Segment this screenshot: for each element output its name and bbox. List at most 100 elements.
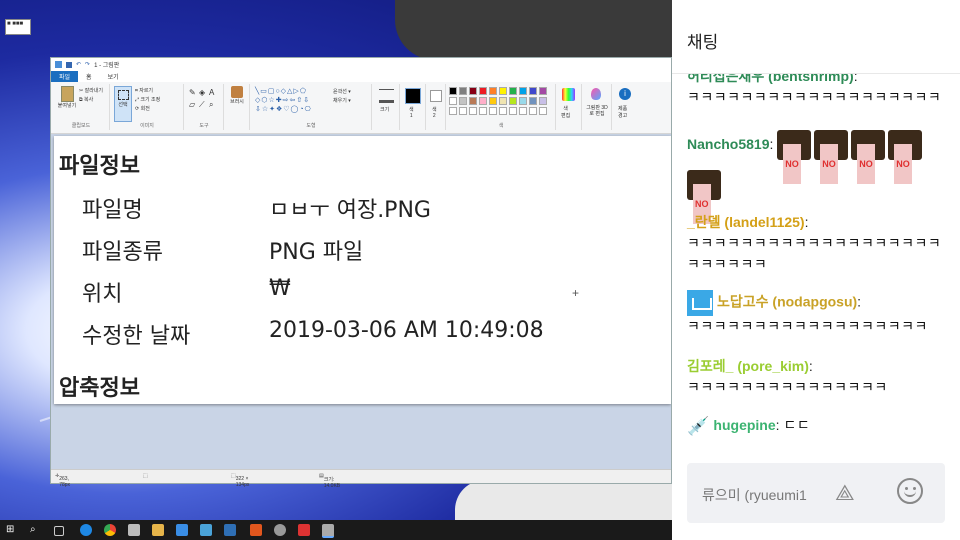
color-swatch[interactable] — [509, 97, 517, 105]
color-swatch[interactable] — [469, 87, 477, 95]
color-swatch[interactable] — [529, 87, 537, 95]
edit-colors-button[interactable]: 색 편집 — [557, 84, 582, 130]
color-swatch[interactable] — [539, 87, 547, 95]
color-swatch-empty[interactable] — [489, 107, 497, 115]
color-swatch[interactable] — [499, 97, 507, 105]
color-swatch-empty[interactable] — [469, 107, 477, 115]
picker-icon[interactable]: ⟋ — [199, 100, 205, 110]
task-view-icon[interactable] — [54, 526, 64, 536]
magnifier-icon[interactable]: ⌕ — [209, 100, 213, 110]
resize-button[interactable]: ⤢ 크기 조정 — [135, 96, 160, 103]
color-swatch[interactable] — [529, 97, 537, 105]
select-button[interactable]: 선택 — [114, 86, 132, 122]
app-icon[interactable] — [176, 524, 188, 536]
color-swatch[interactable] — [449, 97, 457, 105]
color-swatch-empty[interactable] — [449, 107, 457, 115]
cursor-position: ✛ 263, 78px — [55, 473, 71, 488]
size-button[interactable]: 크기 — [375, 84, 400, 130]
brush-button[interactable]: 브러시 — [227, 86, 247, 105]
chat-message-list[interactable]: 허리접은새우 (bentshrimp): ㅋㅋㅋㅋㅋㅋㅋㅋㅋㅋㅋㅋㅋㅋㅋㅋㅋㅋㅋ… — [672, 60, 960, 446]
outline-button[interactable]: 윤곽선 ▾ — [333, 88, 351, 95]
app-icon[interactable] — [250, 524, 262, 536]
windows-start-icon[interactable]: ⊞ — [6, 524, 18, 536]
paint-titlebar[interactable]: ↶ ↷ 1 - 그림판 — [51, 58, 671, 71]
app-icon[interactable] — [128, 524, 140, 536]
app-icon[interactable] — [200, 524, 212, 536]
paint3d-button[interactable]: 그림판 3D로 편집 — [583, 84, 612, 130]
undo-icon[interactable]: ↶ — [76, 61, 81, 68]
text-icon[interactable]: A — [209, 88, 214, 97]
color-swatch-empty[interactable] — [539, 107, 547, 115]
color-swatch[interactable] — [519, 97, 527, 105]
paint3d-label: 그림판 3D로 편집 — [586, 105, 608, 117]
color1-button[interactable]: 색 1 — [401, 84, 426, 130]
redo-icon[interactable]: ↷ — [85, 61, 90, 68]
tab-view[interactable]: 보기 — [100, 71, 127, 82]
color-swatch-empty[interactable] — [509, 107, 517, 115]
color2-button[interactable]: 색 2 — [427, 84, 446, 130]
rotate-button[interactable]: ⟳ 회전 — [135, 105, 150, 112]
cut-button[interactable]: ✂ 잘라내기 — [79, 87, 103, 94]
color-swatch[interactable] — [479, 87, 487, 95]
chat-input-box[interactable]: 류으미 (ryueumi1 ⟁ — [687, 463, 945, 523]
color-swatch[interactable] — [489, 97, 497, 105]
color-swatch[interactable] — [489, 87, 497, 95]
app-icon[interactable] — [298, 524, 310, 536]
nickname-a-icon[interactable]: ⟁ — [835, 480, 855, 506]
drawing-canvas[interactable]: 파일정보 파일명 ㅁㅂㅜ 여장.PNG 파일종류 PNG 파일 위치 ₩ 수정한… — [54, 136, 671, 404]
shapes-gallery-row2[interactable]: ◇⬡☆✚⇨⇦⇧⇩ — [255, 96, 310, 104]
color-swatch-empty[interactable] — [459, 107, 467, 115]
color-swatch[interactable] — [459, 87, 467, 95]
paste-button[interactable]: 붙여넣기 — [56, 86, 78, 109]
chat-input-field[interactable]: 류으미 (ryueumi1 — [702, 485, 807, 505]
paint-taskbar-icon[interactable] — [322, 524, 334, 538]
chat-username[interactable]: Nancho5819 — [687, 136, 769, 152]
color-swatch[interactable] — [539, 97, 547, 105]
crop-button[interactable]: ⌗ 자르기 — [135, 87, 153, 94]
paint-window[interactable]: ↶ ↷ 1 - 그림판 파일 홈 보기 붙여넣기 ✂ 잘라내기 ⧉ 복사 클립보… — [50, 57, 672, 489]
color-swatch[interactable] — [499, 87, 507, 95]
canvas-scroll-area[interactable]: 파일정보 파일명 ㅁㅂㅜ 여장.PNG 파일종류 PNG 파일 위치 ₩ 수정한… — [51, 134, 671, 470]
color-swatch[interactable] — [469, 97, 477, 105]
chat-username[interactable]: 노답고수 (nodapgosu) — [717, 294, 857, 310]
color-swatch[interactable] — [509, 87, 517, 95]
color-palette: 색 — [447, 84, 556, 130]
search-icon[interactable]: ⌕ — [30, 524, 42, 536]
pencil-icon[interactable]: ✎ — [189, 88, 196, 97]
chat-username[interactable]: _란델 (landel1125) — [687, 214, 805, 230]
chat-username[interactable]: 김포레_ (pore_kim) — [687, 358, 809, 374]
color-swatch[interactable] — [449, 87, 457, 95]
tab-home[interactable]: 홈 — [78, 71, 100, 82]
shapes-gallery[interactable]: ╲▭▢○◇△▷⬠ — [255, 87, 307, 95]
image-size: ⬚ 322 × 134px — [231, 473, 250, 488]
color-swatch[interactable] — [459, 97, 467, 105]
no-emote-icon — [777, 130, 812, 185]
chat-username[interactable]: hugepine — [713, 417, 775, 433]
crop-label: 자르기 — [139, 88, 154, 94]
paint-app-icon — [55, 61, 62, 68]
product-alert-button[interactable]: i 제품 경고 — [613, 84, 637, 130]
save-icon[interactable] — [66, 61, 72, 68]
fill-button[interactable]: 채우기 ▾ — [333, 97, 351, 104]
color-swatch[interactable] — [519, 87, 527, 95]
shapes-gallery-row3[interactable]: ⇩☆✦❖♡◯◔⎔ — [255, 105, 312, 113]
color-swatch-empty[interactable] — [529, 107, 537, 115]
color-swatch-empty[interactable] — [479, 107, 487, 115]
no-emote-icon — [888, 130, 923, 185]
desktop-file-icon[interactable]: ■ ■■■ — [5, 19, 31, 35]
app-icon[interactable] — [224, 524, 236, 536]
color-swatch-empty[interactable] — [519, 107, 527, 115]
fill-icon[interactable]: ◈ — [199, 88, 205, 97]
app-icon[interactable] — [274, 524, 286, 536]
file-explorer-icon[interactable] — [152, 524, 164, 536]
chrome-icon[interactable] — [104, 524, 116, 536]
size-lines-icon — [379, 89, 394, 103]
eraser-icon[interactable]: ▱ — [189, 100, 195, 109]
tab-file[interactable]: 파일 — [51, 71, 79, 82]
ribbon-group-shapes: ╲▭▢○◇△▷⬠ ◇⬡☆✚⇨⇦⇧⇩ ⇩☆✦❖♡◯◔⎔ 윤곽선 ▾ 채우기 ▾ 도… — [251, 84, 372, 130]
color-swatch[interactable] — [479, 97, 487, 105]
emoji-smile-icon[interactable] — [897, 478, 923, 504]
copy-button[interactable]: ⧉ 복사 — [79, 96, 93, 103]
color-swatch-empty[interactable] — [499, 107, 507, 115]
edge-icon[interactable] — [80, 524, 92, 536]
